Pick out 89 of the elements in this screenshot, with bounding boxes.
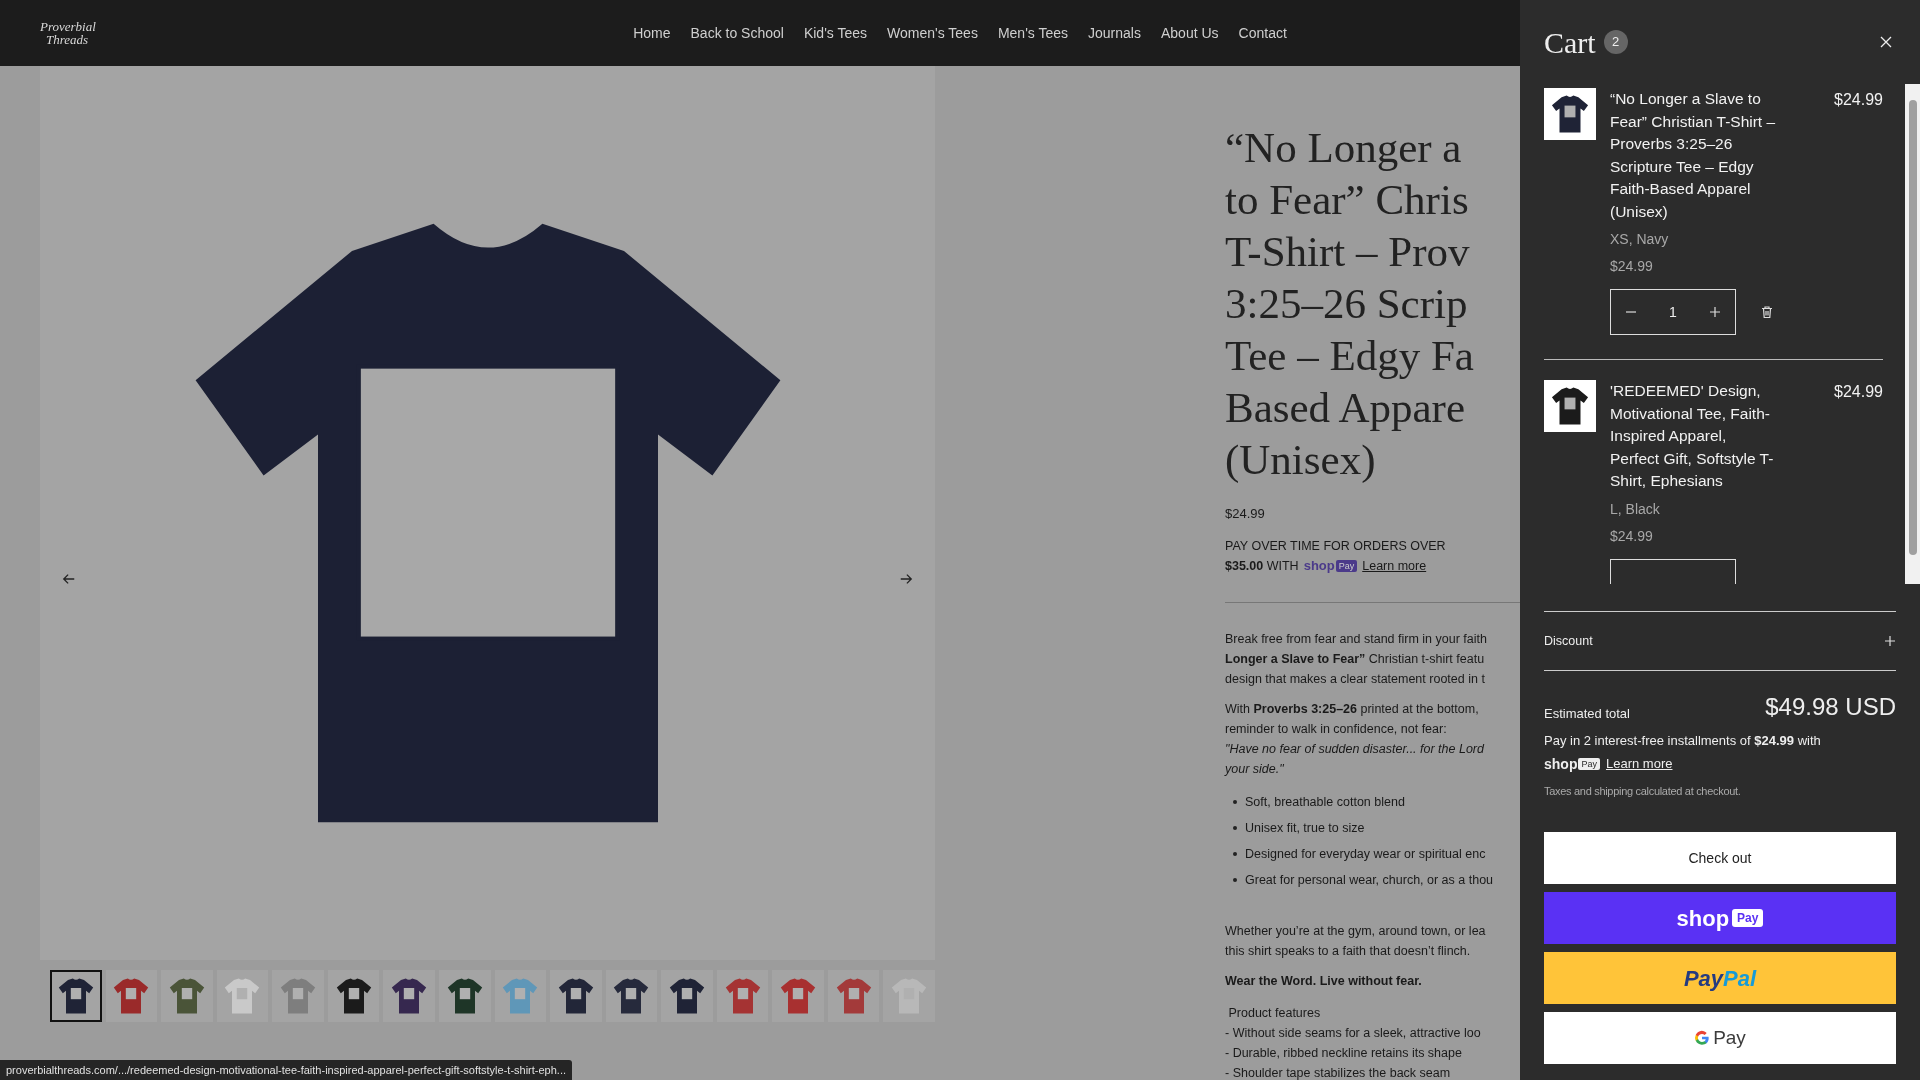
description-line: reminder to walk in confidence, not fear: [1225, 720, 1448, 738]
description-line: With Proverbs 3:25–26 printed at the bottom, [1225, 700, 1480, 718]
google-pay-button[interactable]: Pay [1544, 1012, 1896, 1064]
thumbnail[interactable] [272, 970, 324, 1022]
product-title-line: to Fear” Chris [1225, 175, 1470, 225]
description-line: Break free from fear and stand firm in your faith [1225, 630, 1488, 648]
nav-link[interactable]: Journals [1088, 22, 1141, 44]
bullet-icon [1233, 799, 1237, 804]
nav-link[interactable]: Home [633, 22, 671, 44]
product-title-line: Based Appare [1225, 383, 1466, 433]
bullet-text: Great for personal wear, church, or as a thou [1245, 871, 1494, 889]
cart-item-variant: XS, Navy [1610, 230, 1670, 249]
bullet-text: Soft, breathable cotton blend [1245, 793, 1405, 811]
cart-item-variant: L, Black [1610, 499, 1661, 519]
pay-over-time-text: $35.00 WITH [1225, 557, 1299, 575]
thumbnail[interactable] [661, 970, 713, 1022]
description-line: - Durable, ribbed neckline retains its shape [1225, 1044, 1463, 1062]
taxes-note: Taxes and shipping calculated at checkout. [1544, 783, 1742, 799]
pay-over-time-text: PAY OVER TIME FOR ORDERS OVER [1225, 537, 1447, 555]
cart-count-badge: 2 [1603, 30, 1628, 54]
logo[interactable]: Proverbial Threads [40, 20, 634, 46]
bullet-icon [1233, 877, 1237, 882]
description-line: this shirt speaks to a faith that doesn’t flinch. [1225, 942, 1472, 960]
status-bar-url: proverbialthreads.com/.../redeemed-design-motivational-tee-faith-inspired-apparel-perfect-gift-softstyle-t-shirt-eph... [0, 1060, 573, 1080]
cart-item-title[interactable]: 'REDEEMED' Design, Motivational Tee, Faith-Inspired Apparel, Perfect Gift, Softstyle T-Shirt, Ephesians [1610, 380, 1778, 493]
checkout-button[interactable]: Check out [1544, 832, 1896, 884]
thumbnail[interactable] [216, 970, 269, 1022]
cart-item-title[interactable]: “No Longer a Slave to Fear” Christian T-Shirt – Proverbs 3:25–26 Scripture Tee – Edgy Faith-Based Apparel (Unisex) [1610, 88, 1778, 223]
nav-link[interactable]: Contact [1238, 22, 1287, 44]
thumbnail[interactable] [605, 970, 658, 1022]
nav-link[interactable]: Kid's Tees [803, 22, 868, 44]
nav-link[interactable]: Men's Tees [997, 22, 1069, 44]
product-title-line: Tee – Edgy Fa [1225, 331, 1475, 381]
estimated-total: $49.98 USD [1765, 692, 1896, 722]
plus-icon[interactable] [1709, 306, 1721, 318]
nav-link[interactable]: Women's Tees [887, 22, 978, 44]
thumbnail[interactable] [716, 970, 769, 1022]
description-line: - Shoulder tape stabilizes the back seam [1225, 1064, 1452, 1080]
description-line: Product features [1227, 1004, 1322, 1022]
product-title-line: “No Longer a [1225, 123, 1463, 173]
thumbnail[interactable] [883, 970, 935, 1022]
description-line: - Without side seams for a sleek, attractive loo [1225, 1024, 1482, 1042]
learn-more-link[interactable]: Learn more [1605, 754, 1673, 774]
g-logo-icon [1694, 1030, 1711, 1046]
description-heading: Wear the Word. Live without fear. [1225, 972, 1423, 990]
nav-link[interactable]: Back to School [690, 22, 784, 44]
shop-pay-button[interactable]: shop Pay [1544, 892, 1896, 944]
thumbnail[interactable] [772, 970, 824, 1022]
bullet-text: Unisex fit, true to size [1245, 819, 1365, 837]
cart-item-price: $24.99 [1834, 90, 1883, 110]
shop-pay-logo: shop Pay [1544, 753, 1600, 775]
scrollbar[interactable] [1905, 84, 1920, 584]
thumbnail[interactable] [438, 970, 491, 1022]
quantity-stepper[interactable]: 1 [1610, 289, 1736, 335]
product-title-line: T-Shirt – Prov [1225, 227, 1471, 277]
product-price: $24.99 [1225, 505, 1266, 523]
paypal-button[interactable]: PayPal [1544, 952, 1896, 1004]
learn-more-link[interactable]: Learn more [1362, 555, 1427, 576]
description-line: design that makes a clear statement rooted in t [1225, 670, 1486, 688]
thumbnail[interactable] [494, 970, 547, 1022]
thumbnail[interactable] [827, 970, 880, 1022]
description-line: Longer a Slave to Fear” Christian t-shirt featu [1225, 650, 1486, 668]
nav-link[interactable]: About Us [1160, 22, 1219, 44]
thumbnail[interactable] [105, 970, 158, 1022]
estimated-total-label: Estimated total [1544, 704, 1630, 723]
description-line: Whether you’re at the gym, around town, or lea [1225, 922, 1487, 940]
product-title-line: 3:25–26 Scrip [1225, 279, 1469, 329]
cart-item-unit-price: $24.99 [1610, 526, 1654, 546]
trash-icon[interactable] [1760, 305, 1774, 319]
plus-icon [1884, 635, 1896, 647]
thumbnail[interactable] [50, 970, 102, 1022]
thumbnail[interactable] [383, 970, 435, 1022]
product-title-line: (Unisex) [1225, 435, 1377, 485]
thumbnail[interactable] [550, 970, 602, 1022]
installments-text: Pay in 2 interest-free installments of $24.99 with [1544, 732, 1822, 750]
cart-item-unit-price: $24.99 [1610, 257, 1654, 276]
quantity-value: 1 [1669, 302, 1677, 322]
cart-item-price: $24.99 [1834, 382, 1883, 402]
shop-pay-logo: shop Pay [1303, 555, 1358, 576]
discount-toggle[interactable]: Discount [1544, 611, 1896, 671]
description-line: your side." [1225, 760, 1285, 778]
description-line: "Have no fear of sudden disaster... for the Lord [1225, 740, 1486, 758]
thumbnail[interactable] [327, 970, 380, 1022]
bullet-icon [1233, 851, 1237, 856]
bullet-text: Designed for everyday wear or spiritual enc [1245, 845, 1486, 863]
scrollbar-thumb[interactable] [1908, 100, 1917, 555]
thumbnail[interactable] [161, 970, 213, 1022]
bullet-icon [1233, 825, 1237, 830]
cart-title: Cart [1544, 24, 1596, 61]
